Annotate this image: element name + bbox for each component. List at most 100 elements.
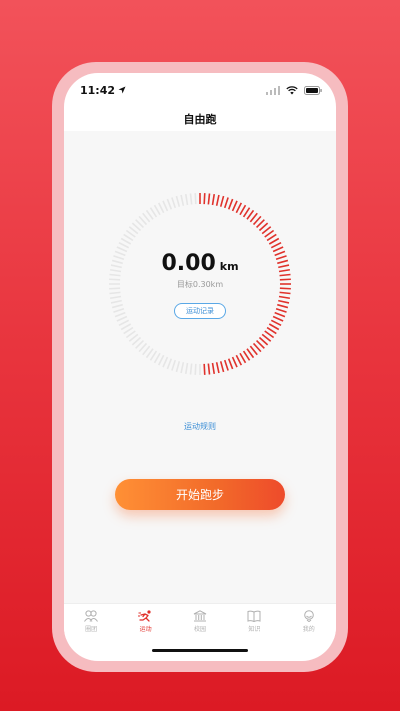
ring-tick: [227, 358, 234, 370]
battery-icon: [304, 85, 322, 95]
ring-tick: [242, 350, 251, 361]
ring-tick: [109, 295, 122, 300]
tab-profile[interactable]: 我的: [282, 610, 336, 633]
ring-tick: [180, 362, 185, 374]
ring-tick: [189, 193, 193, 205]
ring-tick: [149, 207, 158, 218]
running-icon: [137, 610, 151, 622]
ring-tick: [157, 202, 165, 214]
campus-icon: [193, 610, 207, 622]
tab-label-campus: 校园: [193, 626, 206, 633]
tab-label-sports: 运动: [139, 626, 152, 633]
home-indicator: [152, 649, 248, 652]
profile-icon: [303, 610, 314, 622]
ring-tick: [211, 193, 216, 206]
ring-tick: [215, 194, 220, 206]
ring-tick: [116, 315, 128, 322]
ring-tick: [219, 195, 225, 207]
ring-tick: [268, 323, 280, 331]
ring-tick: [175, 361, 181, 373]
ring-tick: [203, 193, 206, 205]
tab-knowledge[interactable]: 知识: [227, 610, 281, 633]
tab-sports[interactable]: 运动: [119, 610, 173, 633]
signal-icon: [266, 85, 280, 95]
ring-tick: [235, 354, 243, 366]
ring-tick: [275, 307, 287, 313]
ring-tick: [277, 303, 289, 309]
ring-tick: [114, 311, 126, 318]
ring-tick: [149, 350, 158, 361]
distance-value: 0.00: [161, 251, 216, 276]
ring-tick: [219, 361, 225, 373]
ring-tick: [207, 193, 211, 205]
tab-group[interactable]: 圈团: [64, 610, 118, 633]
ring-tick: [162, 356, 169, 368]
ring-tick: [157, 354, 165, 366]
ring-tick: [272, 315, 284, 322]
ring-tick: [274, 311, 286, 318]
ring-tick: [227, 198, 234, 210]
navigation-bar: 自由跑: [64, 107, 336, 131]
tab-label-profile: 我的: [302, 626, 315, 633]
ring-tick: [239, 352, 247, 364]
ring-tick: [268, 237, 280, 245]
main-content: 0.00 km 目标0.30km 运动记录 运动规则 开始跑步: [64, 131, 336, 603]
ring-tick: [211, 362, 216, 375]
ring-tick: [223, 359, 229, 371]
ring-tick: [166, 358, 173, 370]
ring-tick: [184, 193, 189, 206]
ring-tick: [279, 291, 291, 295]
ring-tick: [278, 295, 291, 300]
ring-tick: [162, 200, 169, 212]
exercise-rules-link[interactable]: 运动规则: [64, 421, 336, 432]
status-time: 11:42: [80, 84, 126, 97]
target-distance: 目标0.30km: [176, 280, 224, 289]
book-icon: [247, 610, 261, 622]
clock-text: 11:42: [80, 83, 116, 97]
ring-tick: [120, 323, 132, 331]
ring-tick: [194, 363, 197, 375]
ring-tick: [153, 204, 161, 216]
ring-tick: [120, 237, 132, 245]
exercise-record-button[interactable]: 运动记录: [174, 303, 226, 319]
ring-tick: [180, 194, 185, 206]
tab-label-knowledge: 知识: [248, 626, 261, 633]
ring-tick: [223, 197, 229, 209]
wifi-icon: [286, 85, 298, 94]
ring-tick: [109, 291, 121, 295]
group-icon: [84, 610, 99, 622]
ring-tick: [235, 202, 243, 214]
distance-unit: km: [219, 260, 239, 273]
tab-bar: 圈团 运动 校园 知识 我的: [64, 603, 336, 639]
ring-tick: [203, 363, 206, 375]
ring-tick: [242, 207, 251, 218]
ring-tick: [110, 299, 122, 304]
ring-tick: [184, 362, 189, 375]
ring-tick: [270, 241, 282, 249]
distance-readout: 0.00 km: [107, 251, 293, 276]
ring-tick: [266, 233, 277, 242]
ring-tick: [270, 319, 282, 327]
tab-campus[interactable]: 校园: [173, 610, 227, 633]
ring-tick: [231, 200, 238, 212]
progress-ring: 0.00 km 目标0.30km 运动记录: [107, 191, 293, 377]
page-title: 自由跑: [183, 113, 217, 126]
start-running-button[interactable]: 开始跑步: [115, 479, 285, 510]
ring-tick: [123, 233, 134, 242]
ring-tick: [175, 195, 181, 207]
ring-tick: [189, 363, 193, 375]
ring-tick: [118, 319, 130, 327]
ring-tick: [166, 198, 173, 210]
app-screen: 11:42 自由跑 0.00 km 目标0.30km 运动记录 运动规则 开始跑…: [64, 73, 336, 661]
ring-tick: [111, 303, 123, 309]
ring-tick: [171, 197, 177, 209]
ring-tick: [113, 307, 125, 313]
ring-tick: [153, 352, 161, 364]
ring-tick: [215, 362, 220, 374]
tab-label-group: 圈团: [85, 626, 98, 633]
status-bar: 11:42: [64, 73, 336, 107]
ring-tick: [123, 326, 134, 335]
ring-tick: [118, 241, 130, 249]
ring-tick: [194, 193, 197, 205]
ring-tick: [231, 356, 238, 368]
